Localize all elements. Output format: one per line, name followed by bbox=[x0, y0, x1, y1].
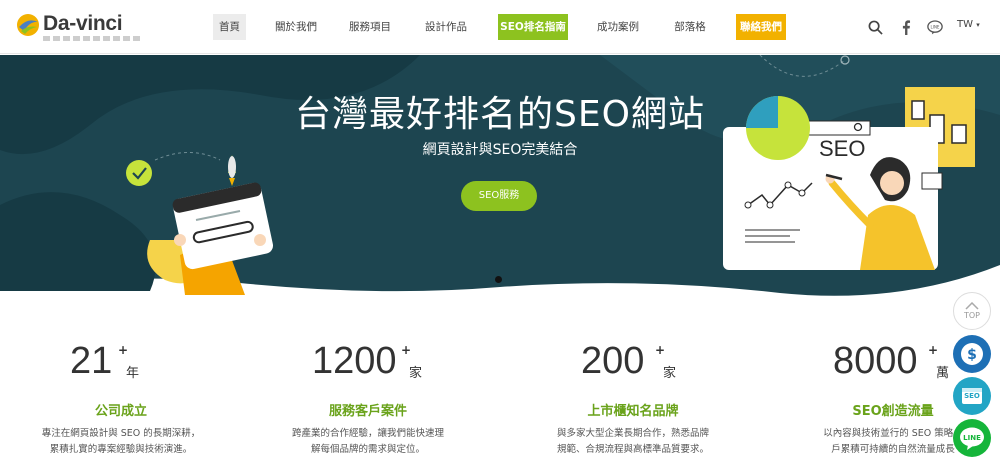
nav-about[interactable]: 關於我們 bbox=[270, 14, 322, 40]
nav-cases[interactable]: 成功案例 bbox=[592, 14, 644, 40]
stat-description: 專注在網頁設計與 SEO 的長期深耕， 累積扎實的專案經驗與技術演進。 bbox=[6, 426, 236, 458]
stat-desc-line: 解每個品牌的需求與定位。 bbox=[310, 444, 425, 455]
top-label: TOP bbox=[963, 311, 980, 320]
facebook-icon[interactable] bbox=[896, 17, 916, 37]
site-header: Da-vinci 首頁 關於我們 服務項目 設計作品 SEO排名指南 成功案例 … bbox=[0, 0, 1000, 54]
language-selector[interactable]: TW ▾ bbox=[957, 19, 980, 30]
hero-title: 台灣最好排名的SEO網站 bbox=[295, 94, 705, 135]
page: Da-vinci 首頁 關於我們 服務項目 設計作品 SEO排名指南 成功案例 … bbox=[0, 0, 1000, 465]
stat-title: 上市櫃知名品牌 bbox=[587, 404, 679, 419]
stat-desc-line: 跨產業的合作經驗，讓我們能快速理 bbox=[291, 428, 444, 439]
stat-unit: 家 bbox=[663, 366, 677, 381]
stat-unit: 萬 bbox=[936, 366, 950, 381]
dollar-chat-icon: $ bbox=[961, 343, 983, 365]
nav-contact[interactable]: 聯絡我們 bbox=[736, 14, 786, 40]
stat-plus: + bbox=[118, 343, 129, 357]
chevron-up-icon bbox=[965, 302, 979, 310]
nav-services[interactable]: 服務項目 bbox=[344, 14, 396, 40]
stat-number: 1200 bbox=[312, 340, 397, 382]
stat-desc-line: 專注在網頁設計與 SEO 的長期深耕， bbox=[41, 428, 201, 439]
seo-illustration-label: SEO bbox=[819, 136, 866, 161]
stat-plus: + bbox=[401, 343, 412, 357]
stat-plus: + bbox=[928, 343, 939, 357]
site-logo[interactable]: Da-vinci bbox=[16, 11, 146, 45]
logo-text: Da-vinci bbox=[43, 12, 123, 35]
quote-button[interactable]: $ bbox=[953, 335, 991, 373]
nav-portfolio[interactable]: 設計作品 bbox=[420, 14, 472, 40]
logo-mark-icon bbox=[17, 14, 39, 36]
stat-desc-line: 規範、合規流程與高標準品質要求。 bbox=[556, 444, 709, 455]
stat-plus: + bbox=[655, 343, 666, 357]
stat-unit: 年 bbox=[126, 366, 140, 381]
nav-blog[interactable]: 部落格 bbox=[670, 14, 710, 40]
carousel-dot[interactable] bbox=[495, 276, 502, 283]
seo-service-button[interactable]: SEO服務 bbox=[461, 181, 537, 211]
stat-description: 與多家大型企業長期合作，熟悉品牌 規範、合規流程與高標準品質要求。 bbox=[518, 426, 748, 458]
seo-float-label: SEO bbox=[964, 392, 980, 400]
nav-home[interactable]: 首頁 bbox=[213, 14, 246, 40]
line-icon[interactable]: LINE bbox=[925, 17, 945, 37]
search-icon[interactable] bbox=[865, 17, 885, 37]
logo-tagline bbox=[43, 36, 143, 41]
hero-banner: 台灣最好排名的SEO網站 網頁設計與SEO完美結合 SEO服務 SEO bbox=[0, 55, 1000, 300]
stat-desc-line: 與多家大型企業長期合作，熟悉品牌 bbox=[556, 428, 709, 439]
stat-number: 200 bbox=[581, 340, 645, 382]
svg-text:$: $ bbox=[967, 347, 977, 363]
stat-description: 跨產業的合作經驗，讓我們能快速理 解每個品牌的需求與定位。 bbox=[253, 426, 483, 458]
svg-text:LINE: LINE bbox=[931, 24, 940, 29]
stat-number: 21 bbox=[70, 340, 113, 382]
line-float-label: LINE bbox=[963, 434, 981, 442]
language-label: TW bbox=[957, 19, 973, 30]
seo-float-button[interactable]: SEO bbox=[953, 377, 991, 415]
stat-title: 服務客戶案件 bbox=[328, 404, 407, 419]
line-float-button[interactable]: LINE bbox=[953, 419, 991, 457]
stat-number: 8000 bbox=[833, 340, 918, 382]
hero-subtitle: 網頁設計與SEO完美結合 bbox=[422, 142, 578, 158]
nav-seo-guide[interactable]: SEO排名指南 bbox=[498, 14, 568, 40]
stat-unit: 家 bbox=[409, 366, 423, 381]
chevron-down-icon: ▾ bbox=[976, 21, 980, 29]
stat-title: 公司成立 bbox=[94, 404, 147, 419]
stat-desc-line: 累積扎實的專案經驗與技術演進。 bbox=[49, 444, 193, 455]
back-to-top-button[interactable]: TOP bbox=[953, 292, 991, 330]
